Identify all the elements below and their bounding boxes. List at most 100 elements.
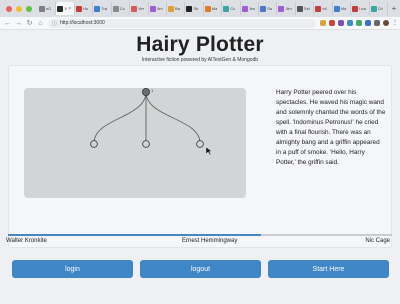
favicon-icon [39, 5, 45, 12]
browser-tab[interactable]: Inl [314, 2, 333, 15]
tab-title: Ho [82, 6, 88, 11]
menu-icon[interactable]: ⋮ [392, 20, 398, 26]
browser-tab[interactable]: Ho [75, 2, 94, 15]
new-tab-button[interactable]: + [388, 4, 400, 13]
browser-tab[interactable]: Sa [259, 2, 278, 15]
extension-icon[interactable] [347, 20, 353, 26]
favicon-icon [94, 5, 101, 12]
tab-title: Co [119, 6, 125, 11]
tab-title: Jim [156, 6, 163, 11]
browser-tab[interactable]: Ma [333, 2, 352, 15]
favicon-icon [186, 5, 193, 12]
back-icon[interactable]: ← [4, 20, 11, 27]
tab-title: Ver [138, 6, 145, 11]
favicon-icon [112, 5, 119, 12]
browser-tab[interactable]: Ch [370, 2, 388, 15]
browser-tab[interactable]: Co [222, 2, 241, 15]
tab-title: Ma [211, 6, 218, 11]
author-name-right: Nic Cage [365, 238, 390, 244]
tab-title: Inl [322, 6, 327, 11]
favicon-icon [75, 5, 82, 12]
tree-child-node[interactable] [90, 140, 98, 148]
tab-title: X [64, 6, 68, 11]
warning-icon[interactable] [329, 20, 335, 26]
extension-icon[interactable] [365, 20, 371, 26]
tab-title: Ma [340, 6, 347, 11]
tab-title: Co [230, 6, 236, 11]
author-progress-bar [8, 234, 262, 236]
browser-tab[interactable]: Sel [296, 2, 315, 15]
favicon-icon [370, 5, 377, 12]
favicon-icon [352, 5, 359, 12]
login-button[interactable]: login [12, 260, 133, 278]
page-content: Hairy Plotter Interactive fiction powere… [0, 31, 400, 304]
zoom-window-button[interactable] [26, 5, 32, 12]
browser-tab[interactable]: Jim [149, 2, 167, 15]
address-bar[interactable]: ⓘ http://localhost:3000 [48, 18, 316, 28]
favicon-icon [296, 5, 303, 12]
tab-title: nG [46, 6, 52, 11]
author-name-left: Walter Kronkite [6, 238, 47, 244]
close-tab-icon[interactable]: × [68, 6, 71, 12]
browser-tab[interactable]: Ba [167, 2, 186, 15]
tree-edge [93, 91, 147, 144]
tab-title: Sh [193, 6, 199, 11]
story-tree-canvas[interactable]: 1 [24, 88, 246, 198]
browser-tab[interactable]: Sh [185, 2, 204, 15]
browser-tab[interactable]: Ver [130, 2, 149, 15]
tree-child-node[interactable] [196, 140, 204, 148]
favicon-icon [131, 5, 138, 12]
mouse-cursor-icon [205, 146, 213, 156]
browser-tab[interactable]: Ma [204, 2, 223, 15]
author-name-center: Ernest Hemmingway [182, 238, 238, 244]
browser-tab[interactable]: Co [112, 2, 131, 15]
browser-tab[interactable]: Jim [241, 2, 260, 15]
favicon-icon [167, 5, 174, 12]
story-tree-graph: 1 [90, 88, 213, 156]
home-icon[interactable]: ⌂ [37, 20, 44, 27]
tab-title: Tra [101, 6, 108, 11]
puzzle-icon[interactable] [374, 20, 380, 26]
page-title: Hairy Plotter [136, 33, 264, 56]
extension-icon[interactable] [356, 20, 362, 26]
forward-icon[interactable]: → [15, 20, 22, 27]
favicon-icon [333, 5, 340, 12]
close-window-button[interactable] [6, 5, 12, 12]
story-text: Harry Potter peered over his spectacles.… [276, 89, 386, 166]
extension-icon[interactable] [320, 20, 326, 26]
favicon-icon [315, 5, 322, 12]
minimize-window-button[interactable] [16, 5, 22, 12]
tab-title: Ba [174, 6, 180, 11]
reload-icon[interactable]: ↻ [26, 19, 33, 27]
tab-title: Jim [248, 6, 255, 11]
tab-title: Ch [377, 6, 383, 11]
profile-avatar[interactable] [383, 20, 389, 26]
tab-strip: nG X × Ho Tra Co Ver Jim Ba Sh Ma Co Jim Sa Jim Sel Inl M… [0, 0, 400, 17]
browser-tab[interactable]: Lea [351, 2, 370, 15]
browser-toolbar: ← → ↻ ⌂ ⓘ http://localhost:3000 ⋮ [0, 17, 400, 30]
tab-title: Sel [303, 6, 310, 11]
story-card: 1 Harry Potter peered over his spectacle… [8, 65, 392, 248]
favicon-icon [260, 5, 267, 12]
tab-title: Lea [359, 6, 366, 11]
page-subtitle: Interactive fiction powered by AITextGen… [141, 57, 259, 63]
browser-tab[interactable]: X × [56, 2, 75, 15]
favicon-icon [278, 5, 285, 12]
browser-window: nG X × Ho Tra Co Ver Jim Ba Sh Ma Co Jim Sa Jim Sel Inl M… [0, 0, 400, 304]
favicon-icon [57, 5, 64, 12]
browser-tab[interactable]: nG [38, 2, 57, 15]
tree-root-node[interactable] [142, 88, 151, 96]
browser-tab[interactable]: Jim [277, 2, 296, 15]
start-here-button[interactable]: Start Here [268, 260, 389, 278]
author-progress-track [261, 234, 392, 236]
extension-icon[interactable] [338, 20, 344, 26]
tab-title: Jim [285, 6, 292, 11]
tab-title: Sa [267, 6, 272, 11]
tree-root-label: 1 [151, 88, 154, 93]
logout-button[interactable]: logout [140, 260, 261, 278]
browser-tab[interactable]: Tra [93, 2, 112, 15]
url-text: http://localhost:3000 [60, 20, 105, 26]
favicon-icon [223, 5, 230, 12]
info-icon[interactable]: ⓘ [52, 20, 57, 27]
tree-child-node[interactable] [142, 140, 150, 148]
